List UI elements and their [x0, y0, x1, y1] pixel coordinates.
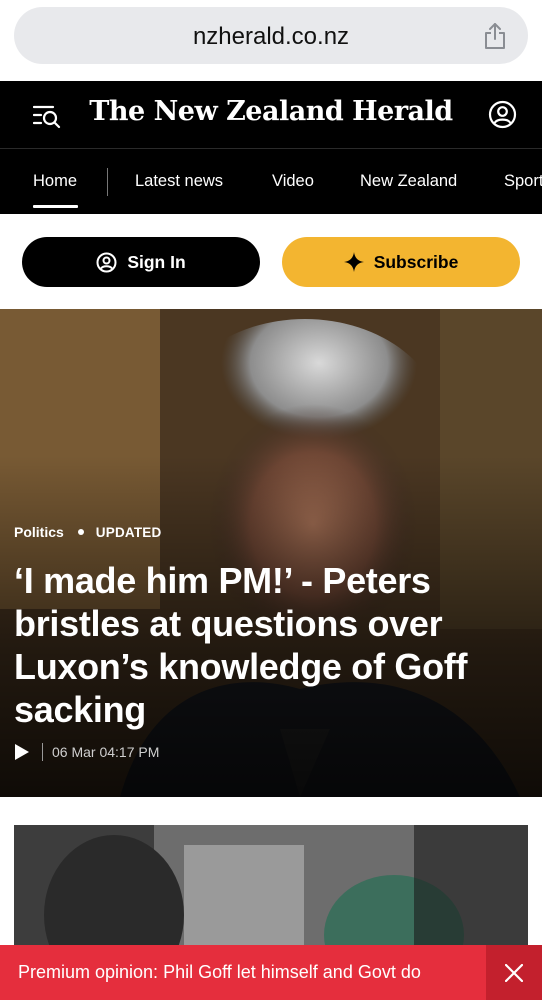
- account-icon[interactable]: [488, 100, 517, 129]
- nav-item-latest-news[interactable]: Latest news: [135, 172, 223, 191]
- nav-item-video[interactable]: Video: [272, 172, 314, 191]
- nav-item-sport[interactable]: Sport: [504, 172, 542, 191]
- nav-item-home[interactable]: Home: [33, 172, 77, 191]
- address-bar[interactable]: nzherald.co.nz: [14, 7, 528, 64]
- play-icon: [15, 744, 29, 760]
- sparkle-icon: [343, 252, 364, 272]
- sign-in-label: Sign In: [127, 251, 186, 272]
- close-icon: [505, 963, 523, 982]
- subscribe-button[interactable]: Subscribe: [282, 237, 520, 287]
- masthead-logo[interactable]: The New Zealand Herald: [0, 96, 542, 127]
- hero-footer: 06 Mar 04:17 PM: [14, 743, 159, 761]
- hero-story-card[interactable]: Politics UPDATED ‘I made him PM!’ - Pete…: [0, 309, 542, 797]
- nav-active-indicator: [33, 205, 78, 208]
- hero-meta: Politics UPDATED: [14, 524, 161, 540]
- banner-close-button[interactable]: [486, 945, 542, 1000]
- separator-dot: [77, 529, 84, 535]
- sign-in-button[interactable]: Sign In: [22, 237, 260, 287]
- nav-item-new-zealand[interactable]: New Zealand: [360, 172, 457, 191]
- premium-opinion-banner[interactable]: Premium opinion: Phil Goff let himself a…: [0, 945, 542, 1000]
- share-icon[interactable]: [482, 22, 508, 50]
- nav-divider: [107, 168, 108, 196]
- banner-text[interactable]: Premium opinion: Phil Goff let himself a…: [18, 962, 488, 983]
- section-nav: Home Latest news Video New Zealand Sport: [0, 148, 542, 214]
- subscribe-label: Subscribe: [373, 251, 459, 272]
- story-timestamp: 06 Mar 04:17 PM: [52, 744, 160, 760]
- footer-divider: [42, 743, 43, 761]
- updated-badge: UPDATED: [95, 524, 162, 540]
- site-header: The New Zealand Herald: [0, 81, 542, 148]
- url-text[interactable]: nzherald.co.nz: [14, 23, 528, 51]
- hero-headline[interactable]: ‘I made him PM!’ - Peters bristles at qu…: [14, 559, 529, 731]
- category-label[interactable]: Politics: [14, 524, 64, 540]
- browser-chrome: nzherald.co.nz: [0, 0, 542, 81]
- user-circle-icon: [96, 252, 117, 272]
